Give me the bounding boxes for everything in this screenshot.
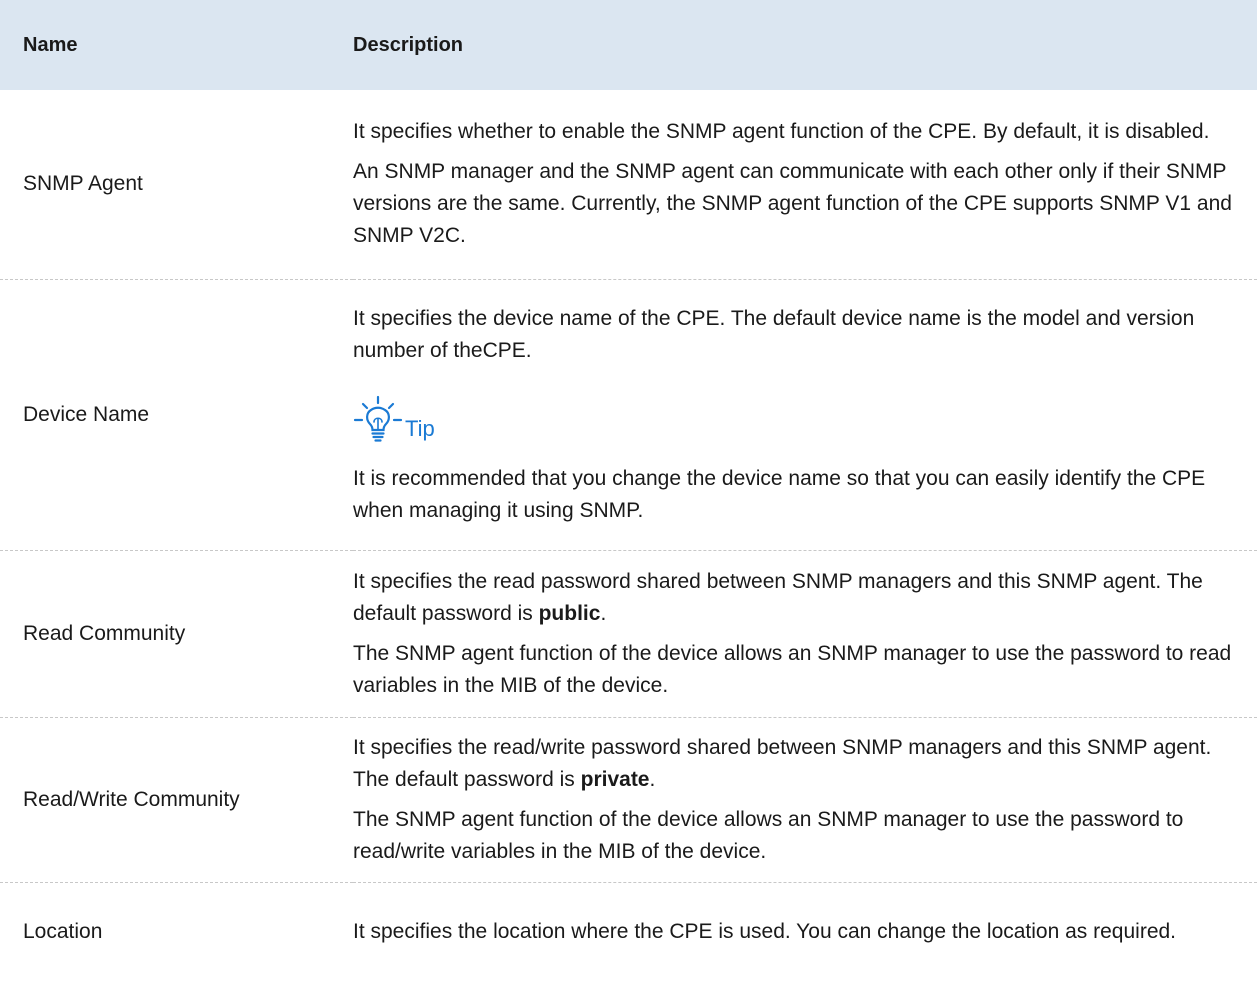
tip-text: It is recommended that you change the de…	[353, 466, 1206, 522]
row-description: It specifies the read password shared be…	[353, 550, 1257, 718]
parameter-table: Name Description SNMP Agent It specifies…	[0, 0, 1257, 982]
name-column-header: Name	[0, 0, 353, 90]
description-paragraph: The SNMP agent function of the device al…	[353, 807, 1184, 863]
tip-callout: Tip	[353, 395, 1247, 443]
paragraph-text: It specifies the read password shared be…	[353, 569, 1203, 625]
description-column-header: Description	[353, 0, 1257, 90]
tip-label: Tip	[405, 415, 435, 441]
description-paragraph: It specifies the read password shared be…	[353, 566, 1247, 630]
table-header: Name Description	[0, 0, 1257, 90]
table-row: Read/Write Community It specifies the re…	[0, 717, 1257, 883]
row-description: It specifies the device name of the CPE.…	[353, 279, 1257, 551]
paragraph-text: .	[600, 601, 607, 625]
default-password-value: public	[538, 601, 601, 625]
description-paragraph: It specifies the location where the CPE …	[353, 920, 1177, 944]
lightbulb-icon	[353, 395, 403, 443]
table-row: Read Community It specifies the read pas…	[0, 550, 1257, 718]
description-paragraph: It specifies the read/write password sha…	[353, 732, 1247, 796]
table-row: Location It specifies the location where…	[0, 882, 1257, 982]
row-name: SNMP Agent	[0, 90, 353, 280]
table-row: Device Name It specifies the device name…	[0, 279, 1257, 551]
table-row: SNMP Agent It specifies whether to enabl…	[0, 90, 1257, 280]
description-paragraph: The SNMP agent function of the device al…	[353, 641, 1232, 697]
row-name: Read Community	[0, 550, 353, 718]
row-description: It specifies the location where the CPE …	[353, 882, 1257, 982]
paragraph-text: .	[649, 767, 656, 791]
paragraph-text: It specifies the read/write password sha…	[353, 735, 1212, 791]
description-paragraph: It specifies whether to enable the SNMP …	[353, 120, 1210, 144]
table-body: SNMP Agent It specifies whether to enabl…	[0, 90, 1257, 982]
description-paragraph: An SNMP manager and the SNMP agent can c…	[353, 160, 1232, 248]
row-name: Device Name	[0, 279, 353, 551]
row-name: Read/Write Community	[0, 717, 353, 883]
header-row: Name Description	[0, 0, 1257, 90]
description-paragraph: It specifies the device name of the CPE.…	[353, 306, 1195, 362]
row-description: It specifies whether to enable the SNMP …	[353, 90, 1257, 280]
row-name: Location	[23, 920, 103, 944]
default-password-value: private	[580, 767, 650, 791]
row-description: It specifies the read/write password sha…	[353, 717, 1257, 883]
